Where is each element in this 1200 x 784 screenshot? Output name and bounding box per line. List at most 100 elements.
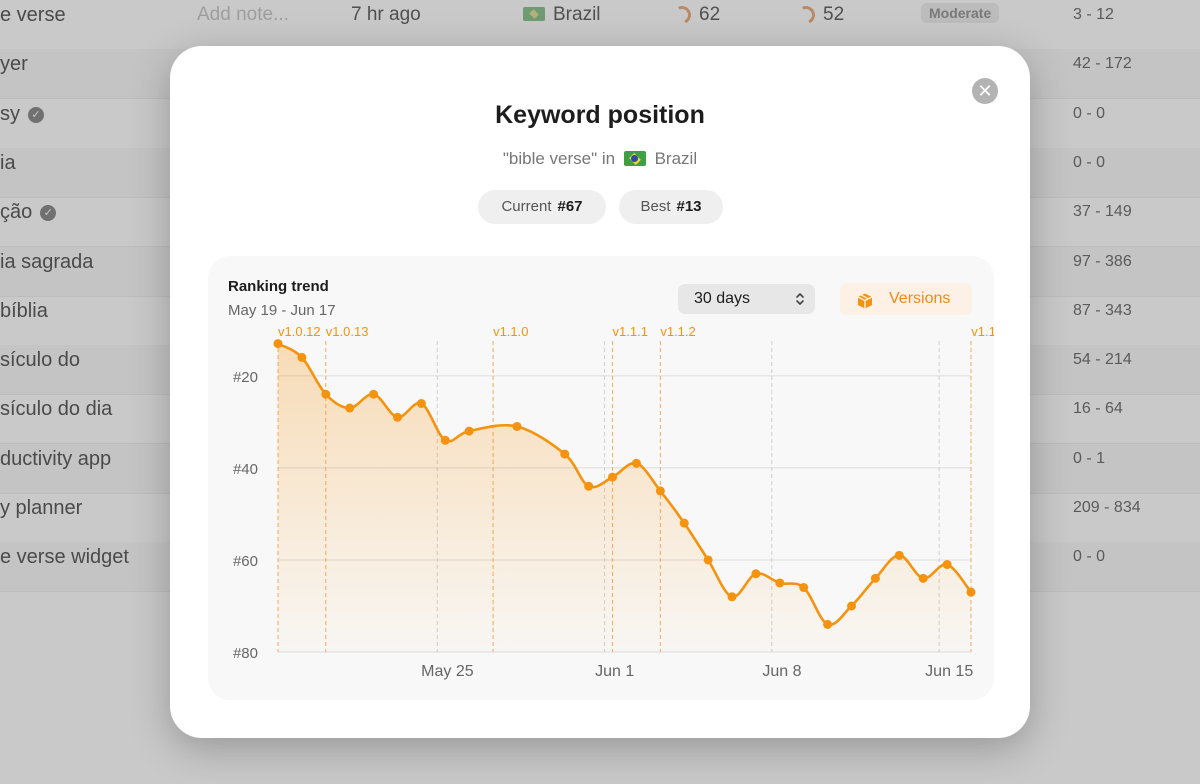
x-tick-label: Jun 1 — [595, 663, 634, 680]
ranking-area-fill — [278, 343, 971, 652]
ranking-trend-card: Ranking trend May 19 - Jun 17 30 days Ve… — [208, 256, 994, 700]
verified-check-icon: ✓ — [28, 106, 44, 123]
background-score: 52 — [794, 0, 845, 30]
background-keyword: sy ✓ — [0, 99, 44, 148]
ranking-data-point — [584, 481, 594, 491]
ranking-data-point — [942, 560, 952, 570]
background-keyword: e verse widget — [0, 542, 129, 591]
background-keyword: bíblia — [0, 296, 48, 345]
background-keyword-text: e verse — [0, 4, 66, 26]
background-range: 54 - 214 — [1073, 351, 1132, 369]
modal-subtitle: "bible verse" in Brazil — [170, 149, 1030, 169]
country-name: Brazil — [654, 149, 698, 168]
background-keyword-text: ductivity app — [0, 447, 112, 470]
ranking-data-point — [512, 421, 522, 431]
version-label: v1.1.1 — [613, 324, 648, 339]
ranking-data-point — [775, 578, 785, 588]
ranking-data-point — [966, 587, 976, 597]
current-rank-pill: Current #67 — [478, 190, 606, 224]
brazil-flag-icon — [523, 7, 545, 21]
background-range: 0 - 0 — [1073, 548, 1106, 566]
ranking-data-point — [345, 403, 355, 413]
background-keyword-text: ção — [0, 201, 33, 224]
background-range: 87 - 343 — [1073, 301, 1132, 319]
background-table-row: e verse Add note... 7 hr ago Brazil 62 52 Mode… — [0, 0, 1200, 50]
background-score: 62 — [670, 0, 721, 30]
background-range: 16 - 64 — [1073, 400, 1123, 418]
background-keyword: sículo do — [0, 345, 80, 394]
current-value: #67 — [557, 198, 583, 215]
ranking-data-point — [273, 339, 283, 349]
ranking-data-point — [440, 435, 450, 445]
background-range: 0 - 0 — [1073, 153, 1106, 171]
background-keyword: e verse — [0, 0, 66, 49]
ranking-data-point — [870, 573, 880, 583]
background-keyword-text: bíblia — [0, 299, 48, 322]
x-tick-label: Jun 8 — [762, 663, 801, 680]
background-keyword: ia — [0, 148, 16, 197]
background-range: 0 - 1 — [1073, 449, 1106, 467]
ranking-data-point — [560, 449, 570, 459]
background-keyword-text: sículo do — [0, 349, 81, 372]
ranking-data-point — [703, 555, 713, 565]
ranking-data-point — [894, 550, 904, 560]
background-range: 97 - 386 — [1073, 252, 1132, 270]
score-ring-icon — [670, 3, 694, 27]
version-label: v1.0.12 — [278, 324, 321, 339]
x-tick-label: May 25 — [421, 663, 474, 680]
background-keyword: ductivity app — [0, 444, 111, 493]
close-icon: ✕ — [977, 81, 993, 101]
ranking-line-chart: v1.0.12 v1.0.13 v1.1.0 v1.1.1 v1.1.2 v1.1.3 #… — [233, 324, 994, 680]
background-keyword: yer — [0, 49, 28, 98]
x-tick-label: Jun 15 — [925, 663, 973, 680]
ranking-data-point — [727, 592, 737, 602]
ranking-data-point — [631, 458, 641, 468]
background-range: 3 - 12 — [1073, 6, 1114, 23]
background-time: 7 hr ago — [351, 4, 421, 25]
verified-check-icon: ✓ — [40, 205, 57, 222]
ranking-data-point — [823, 619, 833, 629]
best-label: Best — [640, 198, 671, 215]
y-tick-label: #60 — [233, 553, 258, 570]
y-tick-label: #80 — [233, 645, 258, 662]
background-country: Brazil — [523, 0, 601, 30]
background-country-name: Brazil — [553, 4, 601, 25]
y-tick-label: #40 — [233, 461, 258, 478]
ranking-data-point — [679, 518, 689, 528]
background-range: 42 - 172 — [1073, 55, 1132, 73]
background-range: 209 - 834 — [1073, 499, 1141, 516]
y-tick-label: #20 — [233, 369, 258, 386]
background-keyword: y planner — [0, 493, 82, 542]
ranking-data-point — [847, 601, 857, 611]
ranking-data-point — [392, 412, 402, 422]
background-keyword: ia sagrada — [0, 247, 93, 296]
ranking-data-point — [297, 352, 307, 362]
keyword-text: "bible verse" in — [502, 149, 616, 168]
keyword-position-modal: ✕ Keyword position "bible verse" in Braz… — [170, 46, 1030, 738]
background-score-value: 62 — [699, 4, 721, 25]
best-rank-pill: Best #13 — [619, 190, 723, 224]
background-keyword-text: y planner — [0, 497, 83, 519]
background-keyword-text: yer — [0, 53, 28, 76]
modal-title: Keyword position — [495, 101, 705, 129]
background-keyword-text: ia — [0, 151, 16, 174]
background-keyword-text: sy — [0, 102, 20, 125]
ranking-data-point — [751, 569, 761, 579]
version-label: v1.1.2 — [660, 324, 695, 339]
background-range: 37 - 149 — [1073, 203, 1132, 221]
ranking-data-point — [918, 573, 928, 583]
background-score-value: 52 — [823, 4, 845, 25]
background-range: 0 - 0 — [1073, 104, 1106, 122]
version-label: v1.1.3 — [971, 324, 994, 339]
background-keyword-text: sículo do dia — [0, 398, 113, 421]
brazil-flag-icon — [623, 151, 646, 166]
best-value: #13 — [676, 198, 702, 215]
background-note-input: Add note... — [197, 4, 289, 25]
background-keyword-text: e verse widget — [0, 546, 129, 569]
ranking-data-point — [321, 389, 331, 399]
background-keyword: ção ✓ — [0, 197, 57, 246]
ranking-data-point — [416, 398, 426, 408]
ranking-data-point — [655, 486, 665, 496]
ranking-data-point — [608, 472, 618, 482]
current-label: Current — [501, 198, 552, 215]
